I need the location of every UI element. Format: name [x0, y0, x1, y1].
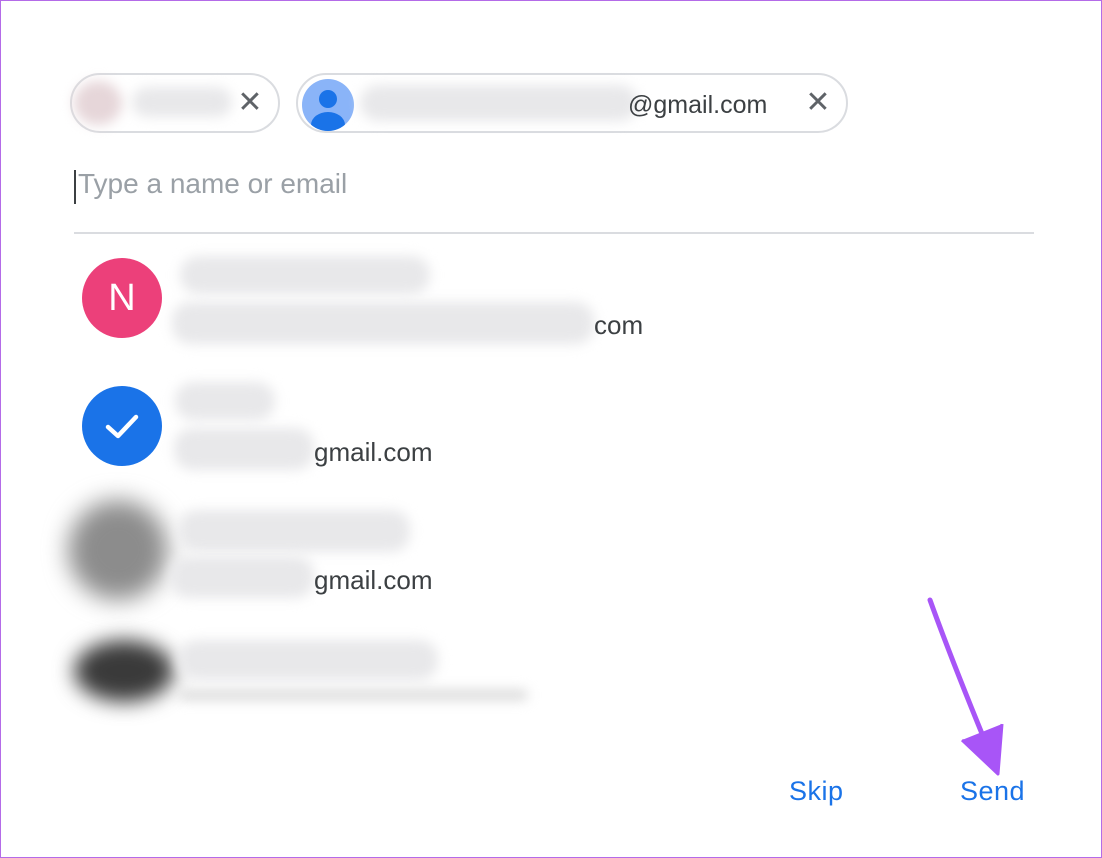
contact-email-redacted	[174, 428, 314, 470]
avatar	[302, 79, 354, 131]
contact-name-redacted	[178, 640, 438, 680]
selected-check-avatar	[82, 386, 162, 466]
close-icon[interactable]: ✕	[236, 88, 264, 118]
close-icon[interactable]: ✕	[804, 88, 832, 118]
contact-email: gmail.com	[314, 565, 433, 595]
send-button[interactable]: Send	[960, 776, 1025, 807]
contact-email: gmail.com	[314, 437, 433, 467]
avatar	[74, 640, 174, 702]
checkmark-icon	[105, 414, 139, 439]
contact-email: com	[594, 310, 644, 340]
avatar	[74, 81, 122, 125]
recipient-chip-2[interactable]: @gmail.com ✕	[296, 73, 848, 133]
contact-name-redacted	[178, 510, 410, 552]
person-icon	[311, 90, 345, 131]
recipient-name-redacted	[132, 87, 232, 117]
text-caret	[74, 170, 76, 204]
skip-button[interactable]: Skip	[789, 776, 844, 807]
search-placeholder: Type a name or email	[78, 168, 348, 199]
avatar	[68, 500, 168, 600]
recipient-email-redacted	[360, 85, 638, 121]
contact-email-redacted	[178, 690, 528, 700]
contact-email-redacted	[170, 556, 314, 598]
avatar: N	[82, 258, 162, 338]
contact-email-redacted	[172, 302, 594, 344]
recipient-chip-1[interactable]: ✕	[70, 73, 280, 133]
contact-name-redacted	[175, 382, 275, 420]
recipient-email: @gmail.com	[628, 91, 768, 119]
recipient-search-input[interactable]: Type a name or email	[74, 160, 1034, 234]
contact-name-redacted	[180, 256, 430, 294]
